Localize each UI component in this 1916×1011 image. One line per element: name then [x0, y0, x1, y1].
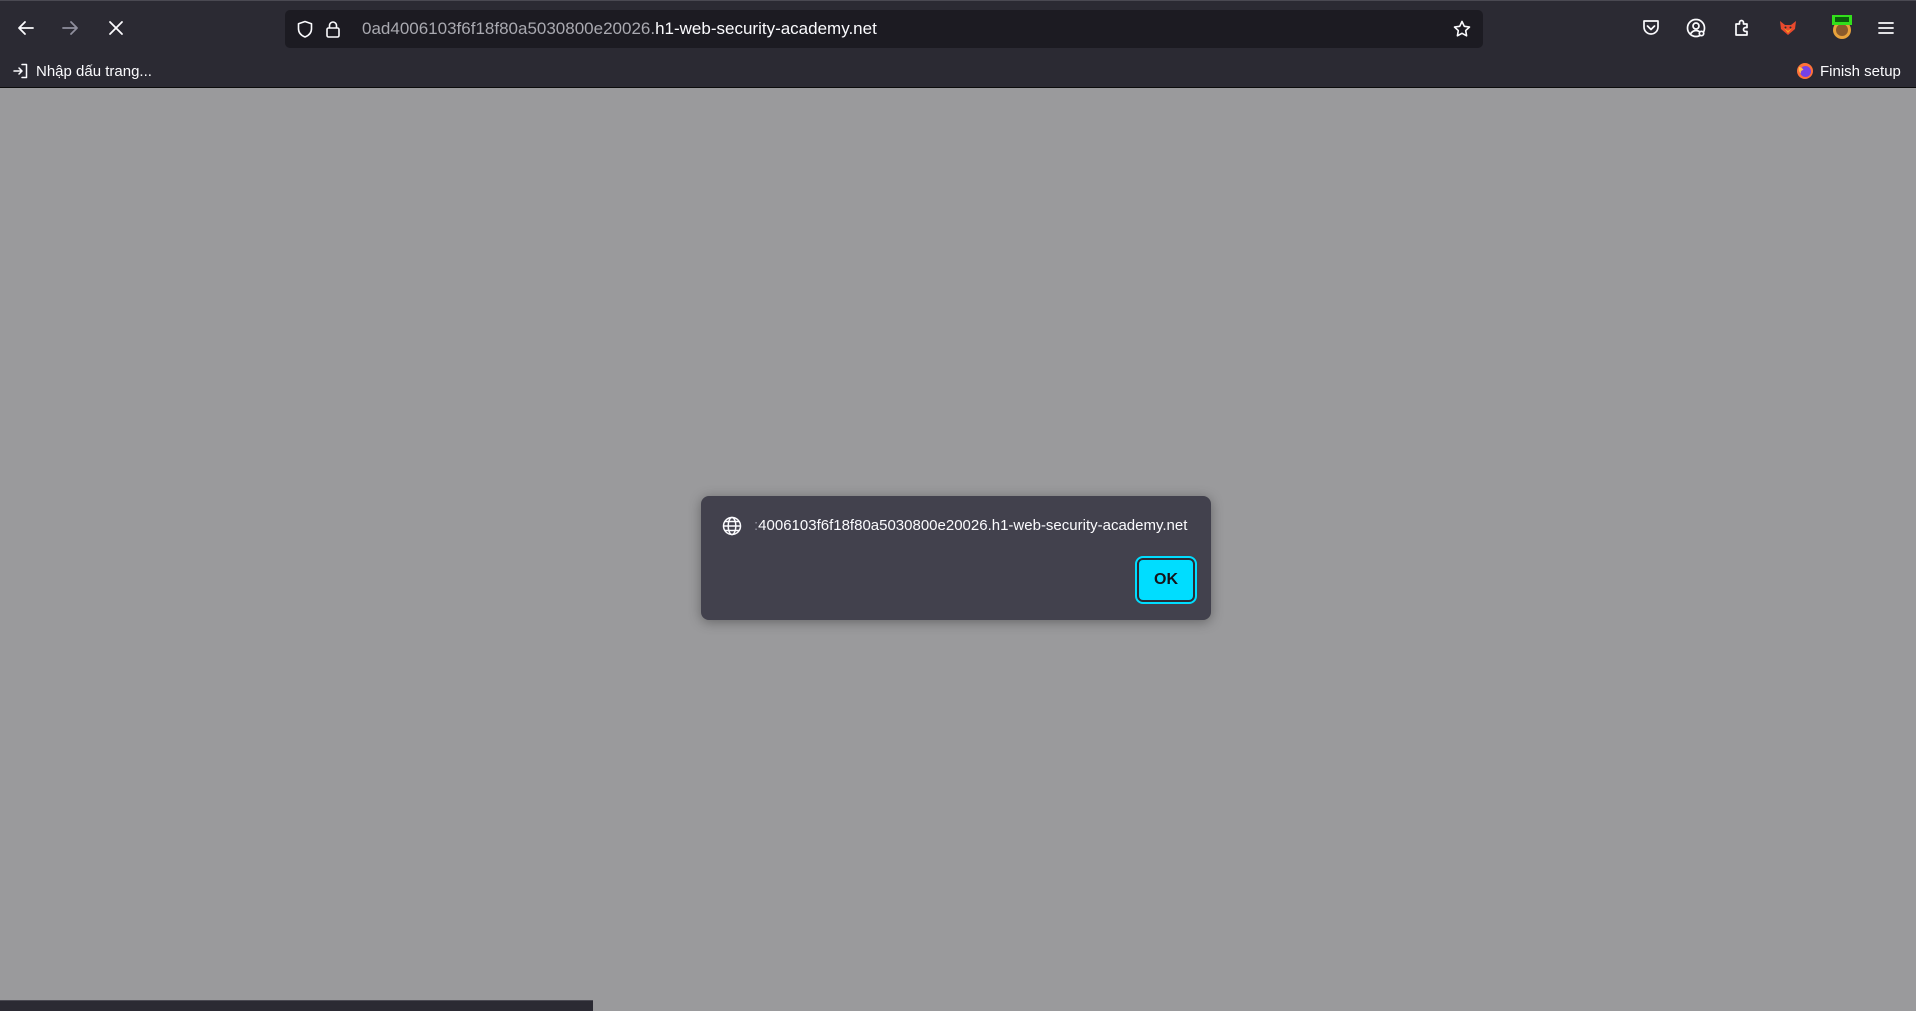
- globe-icon: [722, 516, 742, 536]
- account-icon: [1686, 18, 1706, 38]
- tracking-protection-button[interactable]: [295, 19, 315, 39]
- finish-setup-label: Finish setup: [1820, 62, 1901, 80]
- site-info-button[interactable]: [323, 19, 343, 39]
- extensions-button[interactable]: [1728, 14, 1756, 42]
- import-bookmarks-button[interactable]: Nhập dấu trang...: [12, 54, 152, 88]
- url-domain: h1-web-security-academy.net: [655, 19, 877, 38]
- url-text[interactable]: 0ad4006103f6f18f80a5030800e20026.h1-web-…: [362, 10, 877, 48]
- lock-icon: [326, 21, 340, 38]
- star-icon: [1453, 20, 1471, 37]
- dialog-origin-text: :4006103f6f18f80a5030800e20026.h1-web-se…: [754, 514, 1194, 538]
- ok-button[interactable]: OK: [1135, 556, 1197, 604]
- url-subdomain: 0ad4006103f6f18f80a5030800e20026.: [362, 19, 656, 38]
- url-bar[interactable]: 0ad4006103f6f18f80a5030800e20026.h1-web-…: [285, 10, 1483, 48]
- back-button[interactable]: [10, 12, 42, 44]
- forward-button[interactable]: [54, 12, 86, 44]
- pocket-icon: [1643, 20, 1659, 35]
- import-icon: [13, 63, 28, 79]
- navigation-toolbar: 0ad4006103f6f18f80a5030800e20026.h1-web-…: [0, 0, 1916, 54]
- fox-extension-button[interactable]: [1774, 14, 1802, 42]
- hamburger-menu-icon: [1878, 22, 1894, 34]
- account-button[interactable]: [1682, 14, 1710, 42]
- shield-icon: [297, 20, 313, 38]
- close-icon: [109, 21, 123, 35]
- back-arrow-icon: [18, 21, 34, 35]
- bookmark-star-button[interactable]: [1452, 19, 1472, 39]
- forward-arrow-icon: [62, 21, 78, 35]
- bookmarks-toolbar: Nhập dấu trang... Finish setup: [0, 54, 1916, 88]
- pocket-button[interactable]: [1637, 14, 1665, 42]
- dialog-origin-host: 4006103f6f18f80a5030800e20026.h1-web-sec…: [758, 517, 1188, 534]
- app-menu-button[interactable]: [1872, 14, 1900, 42]
- firefox-icon: [1797, 63, 1813, 79]
- status-bar: [0, 1000, 593, 1011]
- fox-extension-icon: [1780, 21, 1796, 35]
- stop-button[interactable]: [100, 12, 132, 44]
- import-bookmarks-label: Nhập dấu trang...: [36, 62, 152, 80]
- finish-setup-button[interactable]: Finish setup: [1796, 54, 1901, 88]
- proxy-extension-icon: [1832, 15, 1852, 39]
- proxy-extension-button[interactable]: [1826, 14, 1858, 42]
- alert-dialog: :4006103f6f18f80a5030800e20026.h1-web-se…: [701, 496, 1211, 620]
- puzzle-icon: [1735, 19, 1748, 36]
